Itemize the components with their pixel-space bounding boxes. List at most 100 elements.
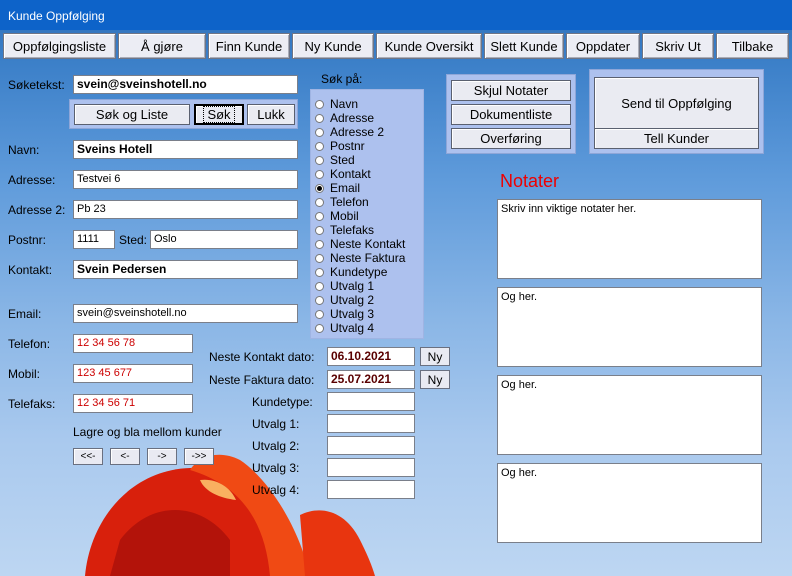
note-field-1[interactable]: Skriv inn viktige notater her. <box>497 199 762 279</box>
radio-sted[interactable]: Sted <box>315 153 355 167</box>
radio-label: Email <box>330 181 361 195</box>
mobile-field[interactable]: 123 45 677 <box>73 364 193 383</box>
postnr-field[interactable]: 1111 <box>73 230 115 249</box>
radio-label: Adresse <box>330 111 375 125</box>
radio-label: Utvalg 1 <box>330 279 375 293</box>
navigation-label: Lagre og bla mellom kunder <box>73 425 222 439</box>
sted-field[interactable]: Oslo <box>150 230 298 249</box>
radio-neste-faktura[interactable]: Neste Faktura <box>315 251 405 265</box>
radio-dot <box>315 295 324 305</box>
radio-label: Sted <box>330 153 355 167</box>
new-invoice-date-button[interactable]: Ny <box>420 370 450 389</box>
radio-telefon[interactable]: Telefon <box>315 195 369 209</box>
radio-dot <box>315 253 324 263</box>
search-on-label: Søk på: <box>321 72 363 86</box>
count-customers-button[interactable]: Tell Kunder <box>594 128 759 149</box>
radio-dot <box>315 155 324 165</box>
address-field[interactable]: Testvei 6 <box>73 170 298 189</box>
delete-customer-button[interactable]: Slett Kunde <box>484 33 564 59</box>
utvalg3-field[interactable] <box>327 458 415 477</box>
radio-telefaks[interactable]: Telefaks <box>315 223 374 237</box>
new-customer-button[interactable]: Ny Kunde <box>292 33 374 59</box>
radio-dot <box>315 309 324 319</box>
radio-label: Postnr <box>330 139 365 153</box>
radio-label: Adresse 2 <box>330 125 385 139</box>
radio-adresse-2[interactable]: Adresse 2 <box>315 125 384 139</box>
main-toolbar: Oppfølgingsliste Å gjøre Finn Kunde Ny K… <box>0 30 792 64</box>
next-invoice-date-label: Neste Faktura dato: <box>209 373 315 387</box>
search-input[interactable]: svein@sveinshotell.no <box>73 75 298 94</box>
search-and-list-button[interactable]: Søk og Liste <box>74 104 190 125</box>
utvalg3-label: Utvalg 3: <box>252 461 300 475</box>
contact-field[interactable]: Svein Pedersen <box>73 260 298 279</box>
hide-notes-button[interactable]: Skjul Notater <box>451 80 571 101</box>
radio-postnr[interactable]: Postnr <box>315 139 365 153</box>
utvalg4-label: Utvalg 4: <box>252 483 300 497</box>
radio-dot <box>315 141 324 151</box>
update-button[interactable]: Oppdater <box>566 33 640 59</box>
contact-label: Kontakt: <box>8 263 53 277</box>
radio-dot <box>315 197 324 207</box>
back-button[interactable]: Tilbake <box>716 33 789 59</box>
note-field-3[interactable]: Og her. <box>497 375 762 455</box>
note-field-4[interactable]: Og her. <box>497 463 762 543</box>
radio-label: Utvalg 3 <box>330 307 375 321</box>
radio-dot <box>315 239 324 249</box>
phone-field[interactable]: 12 34 56 78 <box>73 334 193 353</box>
radio-dot <box>315 99 324 109</box>
radio-utvalg-2[interactable]: Utvalg 2 <box>315 293 374 307</box>
next-contact-date-field[interactable]: 06.10.2021 <box>327 347 415 366</box>
email-label: Email: <box>8 307 42 321</box>
radio-dot <box>315 127 324 137</box>
kundetype-field[interactable] <box>327 392 415 411</box>
radio-label: Telefon <box>330 195 369 209</box>
radio-label: Telefaks <box>330 223 375 237</box>
new-contact-date-button[interactable]: Ny <box>420 347 450 366</box>
document-list-button[interactable]: Dokumentliste <box>451 104 571 125</box>
radio-neste-kontakt[interactable]: Neste Kontakt <box>315 237 405 251</box>
next-contact-date-label: Neste Kontakt dato: <box>209 350 315 364</box>
address2-field[interactable]: Pb 23 <box>73 200 298 219</box>
name-field[interactable]: Sveins Hotell <box>73 140 298 159</box>
radio-label: Kundetype <box>330 265 388 279</box>
todo-button[interactable]: Å gjøre <box>118 33 206 59</box>
utvalg2-field[interactable] <box>327 436 415 455</box>
radio-dot <box>315 281 324 291</box>
radio-navn[interactable]: Navn <box>315 97 358 111</box>
radio-utvalg-1[interactable]: Utvalg 1 <box>315 279 374 293</box>
send-to-followup-button[interactable]: Send til Oppfølging <box>594 77 759 129</box>
followup-list-button[interactable]: Oppfølgingsliste <box>3 33 116 59</box>
radio-adresse[interactable]: Adresse <box>315 111 374 125</box>
fax-field[interactable]: 12 34 56 71 <box>73 394 193 413</box>
note-field-2[interactable]: Og her. <box>497 287 762 367</box>
print-button[interactable]: Skriv Ut <box>642 33 714 59</box>
next-invoice-date-field[interactable]: 25.07.2021 <box>327 370 415 389</box>
next-customer-button[interactable]: -> <box>147 448 177 465</box>
radio-label: Utvalg 4 <box>330 321 375 335</box>
radio-kontakt[interactable]: Kontakt <box>315 167 371 181</box>
utvalg4-field[interactable] <box>327 480 415 499</box>
phone-label: Telefon: <box>8 337 51 351</box>
radio-kundetype[interactable]: Kundetype <box>315 265 387 279</box>
radio-utvalg-3[interactable]: Utvalg 3 <box>315 307 374 321</box>
last-customer-button[interactable]: ->> <box>184 448 214 465</box>
radio-mobil[interactable]: Mobil <box>315 209 359 223</box>
search-text-label: Søketekst: <box>8 78 65 92</box>
postnr-label: Postnr: <box>8 233 47 247</box>
close-button[interactable]: Lukk <box>247 104 295 125</box>
transfer-button[interactable]: Overføring <box>451 128 571 149</box>
radio-utvalg-4[interactable]: Utvalg 4 <box>315 321 374 335</box>
radio-label: Neste Kontakt <box>330 237 406 251</box>
search-button[interactable]: Søk <box>194 104 244 125</box>
radio-email[interactable]: Email <box>315 181 360 195</box>
customer-overview-button[interactable]: Kunde Oversikt <box>376 33 482 59</box>
kunde-oppfolging-window: Kunde Oppfølging Oppfølgingsliste Å gjør… <box>0 0 792 576</box>
previous-customer-button[interactable]: <- <box>110 448 140 465</box>
email-field[interactable]: svein@sveinshotell.no <box>73 304 298 323</box>
utvalg1-field[interactable] <box>327 414 415 433</box>
document-actions-panel: Skjul Notater Dokumentliste Overføring <box>446 74 576 154</box>
radio-dot <box>315 267 324 277</box>
fax-label: Telefaks: <box>8 397 56 411</box>
find-customer-button[interactable]: Finn Kunde <box>208 33 290 59</box>
first-customer-button[interactable]: <<- <box>73 448 103 465</box>
